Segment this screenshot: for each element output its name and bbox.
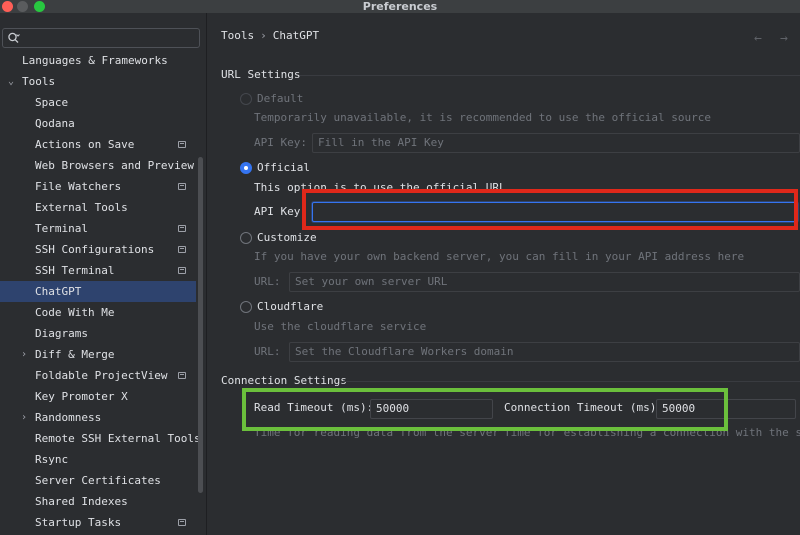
customize-url-label: URL:	[254, 275, 281, 288]
settings-sidebar: Languages & Frameworks ⌄ Tools Space Qodana A…	[0, 13, 207, 535]
customize-url-field[interactable]: Set your own server URL	[289, 272, 800, 292]
sidebar-item-label: Languages & Frameworks	[22, 54, 168, 67]
default-description: Temporarily unavailable, it is recommend…	[254, 111, 711, 124]
sidebar-item-label: Actions on Save	[35, 138, 135, 151]
settings-content: Tools › ChatGPT ← → URL Settings Default T…	[208, 13, 800, 535]
sidebar-item-label: ChatGPT	[35, 285, 82, 298]
breadcrumb-separator: ›	[260, 29, 267, 42]
sidebar-item-label: Web Browsers and Preview	[35, 159, 194, 172]
project-level-icon	[178, 267, 186, 274]
cloudflare-radio[interactable]	[240, 301, 252, 313]
section-divider	[300, 75, 800, 76]
sidebar-item-diff-merge[interactable]: › Diff & Merge	[0, 344, 196, 365]
sidebar-item-label: Rsync	[35, 453, 69, 466]
search-input[interactable]	[2, 28, 200, 48]
sidebar-item-diagrams[interactable]: Diagrams	[0, 323, 196, 344]
sidebar-item-ssh-terminal[interactable]: SSH Terminal	[0, 260, 196, 281]
breadcrumb-parent[interactable]: Tools	[221, 29, 254, 42]
highlight-green-box	[242, 388, 728, 431]
cloudflare-url-field[interactable]: Set the Cloudflare Workers domain	[289, 342, 800, 362]
sidebar-item-label: Qodana	[35, 117, 75, 130]
default-api-key-field[interactable]: Fill in the API Key	[312, 133, 800, 153]
project-level-icon	[178, 141, 186, 148]
title-bar: Preferences	[0, 0, 800, 13]
sidebar-item-ssh-configurations[interactable]: SSH Configurations	[0, 239, 196, 260]
customize-description: If you have your own backend server, you…	[254, 250, 745, 263]
customize-radio[interactable]	[240, 232, 252, 244]
sidebar-item-label: Foldable ProjectView	[35, 369, 168, 382]
sidebar-item-label: Terminal	[35, 222, 88, 235]
sidebar-scrollbar[interactable]	[198, 157, 203, 493]
connection-settings-title: Connection Settings	[221, 374, 347, 387]
chevron-down-icon[interactable]: ⌄	[6, 71, 16, 92]
sidebar-item-label: Shared Indexes	[35, 495, 128, 508]
breadcrumb-current: ChatGPT	[272, 29, 320, 42]
default-radio[interactable]	[240, 93, 252, 105]
forward-arrow-icon[interactable]: →	[780, 31, 788, 46]
customize-label: Customize	[257, 231, 317, 244]
sidebar-item-label: Diagrams	[35, 327, 88, 340]
sidebar-item-rsync[interactable]: Rsync	[0, 449, 196, 470]
sidebar-item-shared-indexes[interactable]: Shared Indexes	[0, 491, 196, 512]
highlight-red-box	[302, 189, 798, 230]
sidebar-item-code-with-me[interactable]: Code With Me	[0, 302, 196, 323]
sidebar-item-label: Code With Me	[35, 306, 115, 319]
sidebar-item-space[interactable]: Space	[0, 92, 196, 113]
sidebar-item-tools[interactable]: ⌄ Tools	[0, 71, 196, 92]
breadcrumb: Tools › ChatGPT	[221, 29, 319, 42]
sidebar-item-languages-frameworks[interactable]: Languages & Frameworks	[0, 50, 196, 71]
sidebar-item-label: Space	[35, 96, 69, 109]
back-arrow-icon[interactable]: ←	[754, 31, 762, 46]
sidebar-item-label: Remote SSH External Tools	[35, 432, 201, 445]
url-settings-title: URL Settings	[221, 68, 301, 81]
sidebar-item-server-certificates[interactable]: Server Certificates	[0, 470, 196, 491]
sidebar-item-label: Diff & Merge	[35, 348, 115, 361]
project-level-icon	[178, 225, 186, 232]
sidebar-item-label: Key Promoter X	[35, 390, 128, 403]
sidebar-item-remote-ssh-external-tools[interactable]: Remote SSH External Tools	[0, 428, 201, 449]
cloudflare-url-label: URL:	[254, 345, 281, 358]
section-divider	[342, 381, 800, 382]
sidebar-item-label: Startup Tasks	[35, 516, 122, 529]
sidebar-item-actions-on-save[interactable]: Actions on Save	[0, 134, 196, 155]
search-icon	[8, 32, 20, 43]
sidebar-item-label: External Tools	[35, 201, 128, 214]
project-level-icon	[178, 372, 186, 379]
sidebar-item-file-watchers[interactable]: File Watchers	[0, 176, 196, 197]
chevron-right-icon[interactable]: ›	[19, 407, 29, 428]
official-radio[interactable]	[240, 162, 252, 174]
default-label: Default	[257, 92, 304, 105]
sidebar-item-foldable-projectview[interactable]: Foldable ProjectView	[0, 365, 196, 386]
sidebar-item-startup-tasks[interactable]: Startup Tasks	[0, 512, 196, 533]
sidebar-item-terminal[interactable]: Terminal	[0, 218, 196, 239]
default-api-key-label: API Key:	[254, 136, 307, 149]
cloudflare-label: Cloudflare	[257, 300, 324, 313]
sidebar-item-external-tools[interactable]: External Tools	[0, 197, 196, 218]
sidebar-item-label: Tools	[22, 75, 56, 88]
sidebar-item-web-browsers-and-preview[interactable]: Web Browsers and Preview	[0, 155, 196, 176]
official-api-key-label: API Key:	[254, 205, 307, 218]
project-level-icon	[178, 246, 186, 253]
sidebar-item-label: Server Certificates	[35, 474, 161, 487]
sidebar-item-label: SSH Terminal	[35, 264, 115, 277]
cloudflare-description: Use the cloudflare service	[254, 320, 427, 333]
sidebar-item-key-promoter-x[interactable]: Key Promoter X	[0, 386, 196, 407]
sidebar-item-chatgpt[interactable]: ChatGPT	[0, 281, 196, 302]
chevron-right-icon[interactable]: ›	[19, 344, 29, 365]
project-level-icon	[178, 519, 186, 526]
window-title: Preferences	[362, 0, 438, 13]
official-label: Official	[257, 161, 310, 174]
sidebar-item-randomness[interactable]: › Randomness	[0, 407, 196, 428]
sidebar-item-qodana[interactable]: Qodana	[0, 113, 196, 134]
project-level-icon	[178, 183, 186, 190]
sidebar-item-label: File Watchers	[35, 180, 122, 193]
sidebar-item-label: Randomness	[35, 411, 102, 424]
sidebar-item-label: SSH Configurations	[35, 243, 155, 256]
